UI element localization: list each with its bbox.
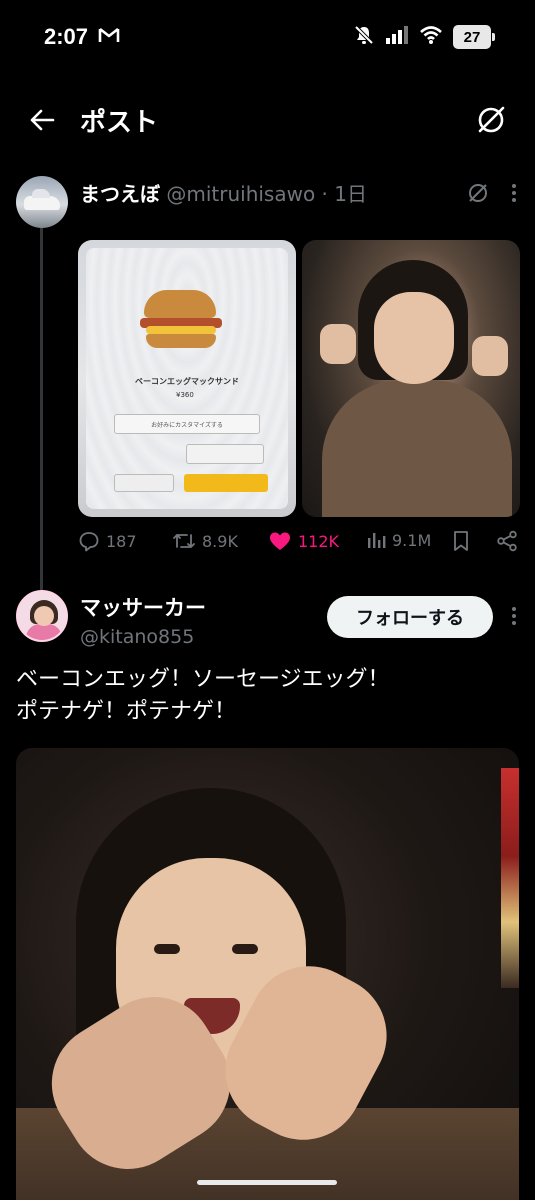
wifi-icon <box>419 25 443 49</box>
menu-item-price: ¥360 <box>176 391 194 399</box>
bookmark-button[interactable] <box>452 530 470 552</box>
repost-icon <box>173 534 195 548</box>
media-image-photo[interactable] <box>302 240 520 517</box>
share-button[interactable] <box>496 530 518 552</box>
repost-count: 8.9K <box>202 531 238 551</box>
more-options-icon[interactable] <box>511 183 517 207</box>
post-header: まつえぼ @mitruihisawo · 1日 <box>80 178 367 207</box>
heart-filled-icon <box>270 532 290 550</box>
share-icon <box>497 530 517 552</box>
views-icon <box>368 533 386 548</box>
avatar[interactable] <box>16 590 68 642</box>
views-button[interactable]: 9.1M <box>366 530 431 550</box>
reply-count: 187 <box>106 531 137 551</box>
top-app-bar: ポスト <box>0 88 535 148</box>
views-count: 9.1M <box>392 530 432 550</box>
page-title: ポスト <box>80 108 159 138</box>
media-image-photo[interactable] <box>16 748 519 1200</box>
more-options-icon[interactable] <box>511 606 517 630</box>
thread-line <box>40 580 43 590</box>
bookmark-icon <box>454 531 468 551</box>
author-handle[interactable]: @kitano855 <box>80 626 194 648</box>
media-grid: ベーコンエッグマックサンド ¥360 お好みにカスタマイズする <box>78 240 520 517</box>
gmail-icon <box>98 26 120 48</box>
menu-item-name: ベーコンエッグマックサンド <box>135 377 239 386</box>
media-image-menu[interactable]: ベーコンエッグマックサンド ¥360 お好みにカスタマイズする <box>78 240 296 517</box>
like-count: 112K <box>298 531 340 551</box>
status-icons: 27 <box>353 24 495 50</box>
status-bar: 2:07 27 <box>0 0 535 78</box>
follow-button[interactable]: フォローする <box>327 596 493 638</box>
reply-button[interactable]: 187 <box>78 530 137 552</box>
battery-icon: 27 <box>453 25 495 49</box>
author-name[interactable]: まつえぼ <box>80 182 160 206</box>
menu-customize-field: お好みにカスタマイズする <box>114 414 260 434</box>
post-action-bar: 187 8.9K 112K 9.1M <box>78 530 520 560</box>
author-handle[interactable]: @mitruihisawo <box>166 182 315 206</box>
back-arrow-icon[interactable] <box>24 102 60 138</box>
thread-line <box>40 228 43 586</box>
post-header-icons <box>467 182 517 208</box>
repost-button[interactable]: 8.9K <box>172 530 238 552</box>
grok-icon[interactable] <box>467 182 489 208</box>
grok-icon[interactable] <box>471 100 511 140</box>
post-text: ベーコンエッグ！ソーセージエッグ！ ポテナゲ！ポテナゲ！ <box>16 667 390 724</box>
author-name[interactable]: マッサーカー <box>80 592 206 622</box>
status-time: 2:07 <box>44 24 89 49</box>
like-button[interactable]: 112K <box>268 530 339 552</box>
avatar[interactable] <box>16 176 68 228</box>
home-indicator[interactable] <box>197 1180 337 1185</box>
meta-separator: · <box>315 182 335 206</box>
signal-icon <box>385 25 409 49</box>
mute-icon <box>353 24 375 50</box>
parent-post[interactable]: まつえぼ @mitruihisawo · 1日 ベーコンエッグマックサンド ¥3… <box>0 170 535 586</box>
post-time: 1日 <box>334 182 368 206</box>
reply-icon <box>79 532 99 552</box>
